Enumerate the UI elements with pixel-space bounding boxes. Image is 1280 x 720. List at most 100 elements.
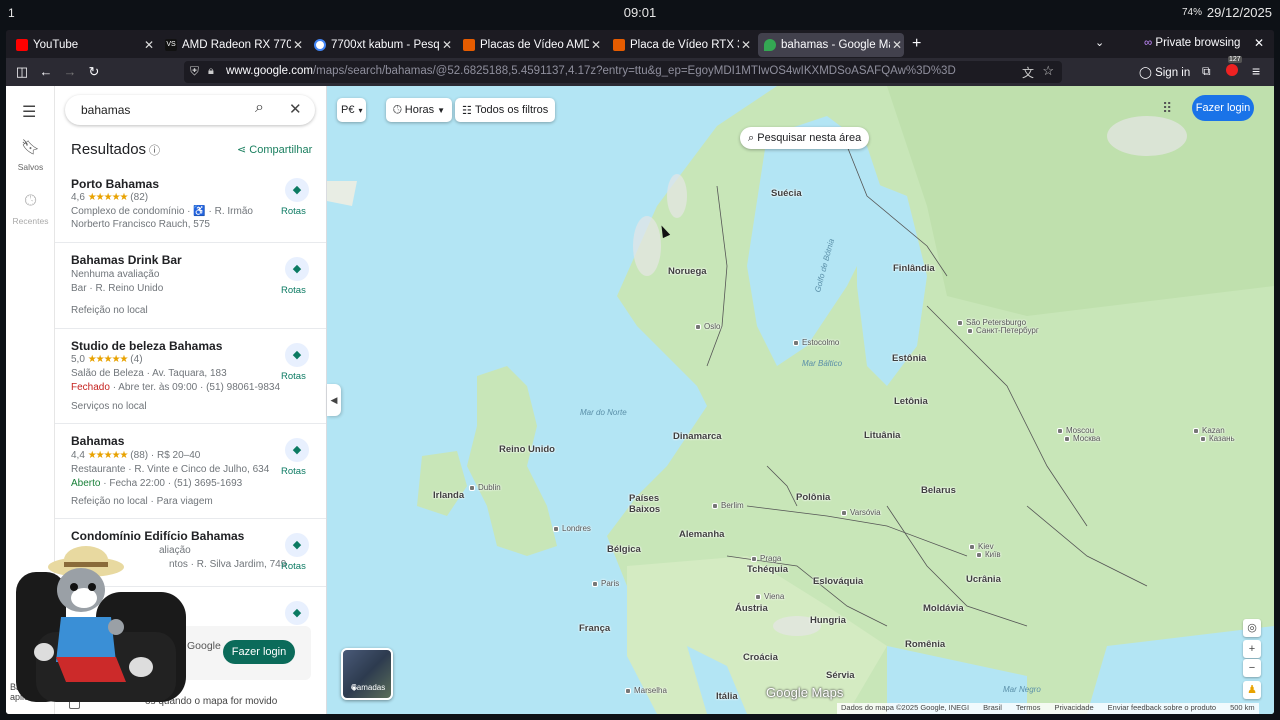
map-label-city[interactable]: Viena: [755, 592, 784, 601]
map-label-city[interactable]: Dublin: [469, 483, 501, 492]
directions-icon[interactable]: ◆: [285, 343, 309, 367]
privacy-link[interactable]: Privacidade: [1054, 703, 1093, 714]
translate-icon[interactable]: 文: [1022, 64, 1034, 81]
hours-filter-button[interactable]: 🕓︎ Horas ▼: [386, 98, 453, 122]
list-item[interactable]: Bahamas 4,4 ★★★★★ (88) · R$ 20–40 Restau…: [55, 424, 326, 519]
map-label-city-alt[interactable]: Москва: [1064, 434, 1100, 443]
directions-icon[interactable]: ◆: [285, 533, 309, 557]
directions-icon[interactable]: ◆: [285, 601, 309, 625]
map-label-country[interactable]: Áustria: [735, 603, 768, 614]
all-filters-button[interactable]: ☷ Todos os filtros: [455, 98, 556, 122]
map-label-country[interactable]: Alemanha: [679, 529, 724, 540]
hamburger-menu-icon[interactable]: ☰: [22, 102, 36, 122]
map-label-city[interactable]: Londres: [553, 524, 591, 533]
result-name[interactable]: Porto Bahamas: [71, 177, 159, 191]
scale-bar[interactable]: 500 km: [1230, 703, 1255, 714]
tab-google-search[interactable]: 7700xt kabum - Pesquis✕: [308, 33, 454, 57]
tab-google-maps[interactable]: bahamas - Google Maps✕: [758, 33, 904, 57]
search-input[interactable]: bahamas: [81, 103, 130, 117]
login-card-button[interactable]: Fazer login: [223, 640, 295, 664]
travel-mode-button[interactable]: P€ ▾: [337, 98, 367, 122]
map-label-city[interactable]: Estocolmo: [793, 338, 839, 347]
close-tab-icon[interactable]: ✕: [142, 38, 156, 52]
search-icon[interactable]: ⌕: [255, 99, 264, 117]
zoom-out-button[interactable]: −: [1243, 659, 1261, 677]
lock-icon[interactable]: 🔒︎: [208, 65, 214, 78]
directions-label[interactable]: Rotas: [281, 466, 306, 477]
sign-in-button[interactable]: ◯ Sign in: [1139, 65, 1190, 79]
map-label-city[interactable]: Berlim: [712, 501, 744, 510]
map-label-country[interactable]: Noruega: [668, 266, 707, 277]
region-link[interactable]: Brasil: [983, 703, 1002, 714]
close-tab-icon[interactable]: ✕: [739, 38, 753, 52]
pegman-icon[interactable]: ♟: [1243, 681, 1261, 699]
url-text[interactable]: www.google.com/maps/search/bahamas/@52.6…: [226, 65, 956, 77]
saved-label[interactable]: Salvos: [6, 162, 55, 172]
bookmark-icon[interactable]: 🔖︎: [6, 138, 55, 156]
search-box[interactable]: bahamas ⌕ ✕: [65, 95, 315, 125]
back-icon[interactable]: ←: [38, 64, 54, 79]
bookmark-star-icon[interactable]: ☆: [1042, 63, 1054, 79]
result-name[interactable]: Studio de beleza Bahamas: [71, 339, 222, 353]
google-apps-icon[interactable]: ⠿: [1162, 100, 1172, 117]
list-item[interactable]: Studio de beleza Bahamas 5,0 ★★★★★ (4) S…: [55, 329, 326, 424]
map-label-country[interactable]: Suécia: [771, 188, 802, 199]
extensions-icon[interactable]: ⧉: [1202, 64, 1211, 79]
history-icon[interactable]: 🕓︎: [6, 192, 55, 209]
map-label-country[interactable]: Reino Unido: [499, 444, 555, 455]
address-bar[interactable]: ⛨ 🔒︎ www.google.com/maps/search/bahamas/…: [184, 61, 1062, 83]
map-label-country[interactable]: Ucrânia: [966, 574, 1001, 585]
share-button[interactable]: ⋖ Compartilhar: [237, 143, 312, 156]
map-label-country[interactable]: Sérvia: [826, 670, 855, 681]
result-name[interactable]: Bahamas: [71, 434, 124, 448]
map-label-city[interactable]: Paris: [592, 579, 619, 588]
map-label-country[interactable]: Estônia: [892, 353, 926, 364]
menu-icon[interactable]: ≡: [1252, 63, 1260, 79]
map-label-country[interactable]: Tchéquia: [747, 564, 788, 575]
tab-placa-rtx[interactable]: Placa de Vídeo RTX 306✕: [607, 33, 753, 57]
tab-amd-radeon[interactable]: VS AMD Radeon RX 7700 X✕: [159, 33, 305, 57]
map-label-country[interactable]: Belarus: [921, 485, 956, 496]
list-item[interactable]: Porto Bahamas 4,6 ★★★★★ (82) Complexo de…: [55, 170, 326, 243]
tab-placas-amd[interactable]: Placas de Vídeo AMD c ✕: [457, 33, 603, 57]
directions-label[interactable]: Rotas: [281, 206, 306, 217]
map-label-city[interactable]: Oslo: [695, 322, 720, 331]
terms-link[interactable]: Termos: [1016, 703, 1041, 714]
map-label-city[interactable]: Marselha: [625, 686, 667, 695]
directions-icon[interactable]: ◆: [285, 438, 309, 462]
directions-label[interactable]: Rotas: [281, 561, 306, 572]
map-label-city[interactable]: Varsóvia: [841, 508, 881, 517]
directions-icon[interactable]: ◆: [285, 257, 309, 281]
close-window-icon[interactable]: ✕: [1254, 36, 1264, 50]
map-label-city-alt[interactable]: Київ: [976, 550, 1001, 559]
map-canvas[interactable]: Suécia Noruega Finlândia Estônia Letônia…: [327, 86, 1274, 714]
result-name[interactable]: Bahamas Drink Bar: [71, 253, 182, 267]
clear-search-icon[interactable]: ✕: [289, 100, 302, 118]
directions-label[interactable]: Rotas: [281, 285, 306, 296]
collapse-panel-button[interactable]: ◀: [327, 384, 341, 416]
directions-icon[interactable]: ◆: [285, 178, 309, 202]
forward-icon[interactable]: →: [62, 64, 78, 79]
feedback-link[interactable]: Enviar feedback sobre o produto: [1108, 703, 1216, 714]
map-label-country[interactable]: Eslováquia: [813, 576, 863, 587]
close-tab-icon[interactable]: ✕: [440, 38, 454, 52]
map-label-country[interactable]: Bélgica: [607, 544, 641, 555]
map-label-country[interactable]: Polônia: [796, 492, 830, 503]
sidebar-toggle-icon[interactable]: ◫: [14, 64, 30, 80]
tracking-shield-icon[interactable]: ⛨: [190, 64, 199, 79]
map-login-button[interactable]: Fazer login: [1192, 95, 1254, 121]
close-tab-icon[interactable]: ✕: [291, 38, 305, 52]
reload-icon[interactable]: ↻: [86, 64, 102, 80]
map-label-country[interactable]: Moldávia: [923, 603, 964, 614]
list-tabs-chevron-icon[interactable]: ⌄: [1095, 36, 1104, 49]
map-label-country[interactable]: Dinamarca: [673, 431, 722, 442]
map-label-country[interactable]: Letônia: [894, 396, 928, 407]
ublock-icon[interactable]: 127: [1226, 56, 1242, 76]
map-label-country[interactable]: Itália: [716, 691, 738, 702]
map-label-country[interactable]: Romênia: [905, 639, 945, 650]
recent-label[interactable]: Recentes: [6, 216, 55, 226]
map-label-country[interactable]: França: [579, 623, 610, 634]
new-tab-button[interactable]: +: [912, 35, 921, 53]
close-tab-icon[interactable]: ✕: [589, 38, 603, 52]
map-label-city-alt[interactable]: Санкт-Петербург: [967, 326, 1039, 335]
